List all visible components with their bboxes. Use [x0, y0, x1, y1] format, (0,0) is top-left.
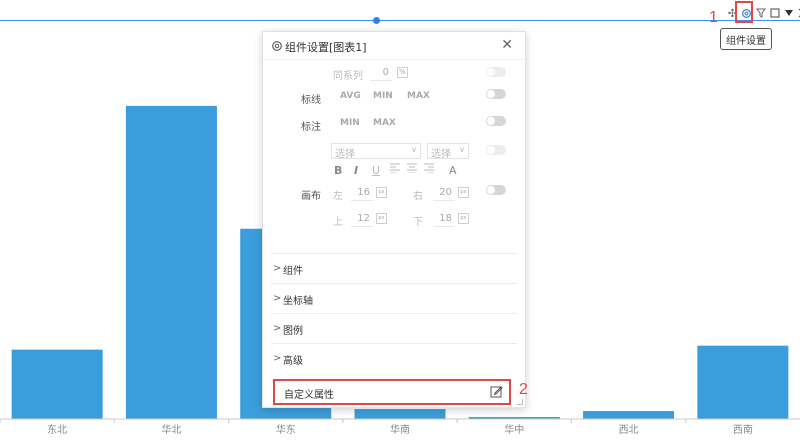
font-size-value: 选择 — [431, 149, 451, 160]
italic-button[interactable]: I — [354, 164, 358, 177]
font-size-select[interactable]: 选择 ∨ — [427, 143, 469, 160]
chevron-down-icon: ∨ — [459, 145, 465, 154]
font-family-value: 选择 — [335, 149, 355, 160]
custom-properties-label: 自定义属性 — [284, 390, 334, 401]
annotation-max[interactable]: MAX — [373, 118, 396, 128]
left-label: 左 — [333, 191, 343, 202]
section-label: 图例 — [283, 326, 303, 337]
right-unit[interactable]: px — [458, 187, 469, 198]
same-series-label: 同系列 — [333, 71, 363, 82]
top-input[interactable]: 12 — [351, 211, 373, 227]
panel-resize-handle[interactable] — [517, 399, 523, 405]
top-unit[interactable]: px — [376, 213, 387, 224]
font-color-button[interactable]: A — [449, 164, 457, 177]
section-legend[interactable]: > 图例 — [271, 313, 517, 343]
step-marker-1: 1 — [709, 9, 718, 26]
bottom-label: 下 — [413, 217, 423, 228]
font-toggle[interactable] — [486, 145, 506, 155]
settings-tooltip: 组件设置 — [720, 28, 772, 50]
step-marker-2: 2 — [519, 381, 528, 398]
align-center-icon[interactable] — [407, 163, 417, 176]
markline-min[interactable]: MIN — [373, 91, 393, 101]
same-series-toggle[interactable] — [486, 67, 506, 77]
panel-header: 组件设置[图表1] ✕ — [263, 32, 525, 60]
chevron-right-icon: > — [273, 263, 282, 274]
bold-button[interactable]: B — [334, 164, 342, 177]
section-label: 坐标轴 — [283, 296, 313, 307]
bar-华南[interactable] — [354, 409, 446, 419]
font-family-select[interactable]: 选择 ∨ — [331, 143, 421, 160]
annotation-min[interactable]: MIN — [340, 118, 360, 128]
bar-西南[interactable] — [697, 345, 789, 419]
gear-highlight-box — [735, 1, 753, 23]
selection-line — [0, 20, 800, 21]
left-unit[interactable]: px — [376, 187, 387, 198]
x-tick-label: 西北 — [619, 424, 639, 436]
panel-title: 组件设置[图表1] — [285, 41, 367, 54]
annotation-toggle[interactable] — [486, 116, 506, 126]
markline-max[interactable]: MAX — [407, 91, 430, 101]
chevron-right-icon: > — [273, 293, 282, 304]
bar-西北[interactable] — [583, 411, 675, 419]
canvas-toggle[interactable] — [486, 185, 506, 195]
edit-icon[interactable] — [490, 385, 503, 398]
x-tick-label: 华中 — [504, 423, 524, 436]
same-series-input[interactable]: 0 — [370, 65, 392, 81]
bar-华北[interactable] — [125, 105, 217, 419]
close-icon[interactable] — [796, 5, 800, 21]
settings-icon — [271, 40, 283, 52]
markline-toggle[interactable] — [486, 89, 506, 99]
align-left-icon[interactable] — [390, 163, 400, 176]
section-component[interactable]: > 组件 — [271, 253, 517, 283]
section-axis[interactable]: > 坐标轴 — [271, 283, 517, 313]
custom-properties-row[interactable]: 自定义属性 — [273, 379, 511, 405]
same-series-unit[interactable]: % — [397, 67, 408, 78]
section-label: 高级 — [283, 356, 303, 367]
chevron-down-icon: ∨ — [411, 145, 417, 154]
section-advanced[interactable]: > 高级 — [271, 343, 517, 373]
x-tick-label: 华南 — [390, 423, 410, 436]
x-tick-label: 西南 — [733, 423, 753, 436]
section-label: 组件 — [283, 266, 303, 277]
top-label: 上 — [333, 217, 343, 228]
canvas-label: 画布 — [301, 191, 321, 202]
bar-东北[interactable] — [11, 349, 103, 419]
underline-button[interactable]: U — [372, 164, 380, 177]
right-label: 右 — [413, 191, 423, 202]
right-input[interactable]: 20 — [433, 185, 455, 201]
component-settings-panel: 组件设置[图表1] ✕ 同系列 0 % 标线 AVG MIN MAX 标注 MI… — [262, 31, 526, 408]
chevron-right-icon: > — [273, 323, 282, 334]
bottom-unit[interactable]: px — [458, 213, 469, 224]
chevron-right-icon: > — [273, 353, 282, 364]
x-tick-label: 东北 — [47, 423, 67, 436]
resize-handle-top[interactable] — [373, 17, 380, 24]
align-right-icon[interactable] — [424, 163, 434, 176]
left-input[interactable]: 16 — [351, 185, 373, 201]
bottom-input[interactable]: 18 — [433, 211, 455, 227]
maximize-icon[interactable] — [768, 5, 781, 21]
caret-down-icon[interactable] — [782, 5, 795, 21]
panel-close-icon[interactable]: ✕ — [501, 37, 513, 53]
markline-avg[interactable]: AVG — [340, 91, 361, 101]
x-tick-label: 华北 — [161, 423, 181, 436]
filter-icon[interactable] — [754, 5, 767, 21]
x-tick-label: 华东 — [276, 423, 296, 436]
markline-label: 标线 — [301, 95, 321, 106]
annotation-label: 标注 — [301, 122, 321, 133]
